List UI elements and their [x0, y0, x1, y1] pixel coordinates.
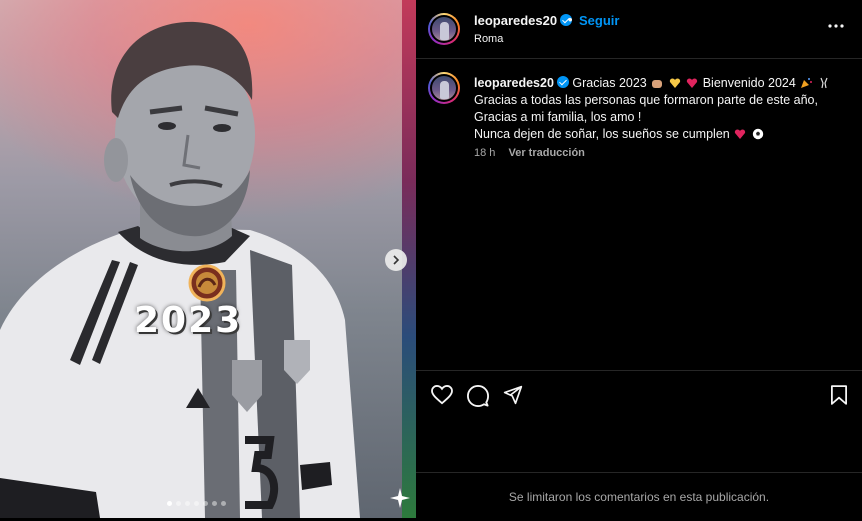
carousel-dot: [203, 501, 208, 506]
header-separator: •: [568, 12, 573, 27]
sparkle-icon: [390, 488, 410, 508]
caption-avatar[interactable]: [428, 72, 460, 104]
carousel-next-button[interactable]: [385, 249, 407, 271]
party-popper-icon: [801, 78, 813, 88]
chevron-right-icon: [393, 255, 400, 265]
champagne-icon: [820, 77, 828, 89]
carousel-dots: [167, 501, 226, 506]
caption-username[interactable]: leoparedes20: [474, 76, 554, 90]
carousel-dot: [221, 501, 226, 506]
post-header: leoparedes20 • Seguir Roma: [416, 0, 862, 59]
fist-emoji-icon: [652, 80, 663, 88]
post-panel: leoparedes20 • Seguir Roma leoparedes20 …: [416, 0, 862, 518]
caption-line-4: Nunca dejen de soñar, los sueños se cump…: [474, 127, 730, 141]
caption-meta: 18 h Ver traducción: [474, 147, 585, 159]
action-bar: [416, 370, 862, 419]
post-location[interactable]: Roma: [474, 33, 503, 45]
carousel-dot: [167, 501, 172, 506]
player-photo: [0, 21, 360, 518]
verified-icon: [556, 76, 569, 88]
bookmark-icon[interactable]: [831, 385, 847, 405]
carousel-dot: [194, 501, 199, 506]
comments-limited-notice: Se limitaron los comentarios en esta pub…: [416, 472, 862, 519]
caption-line-1: Gracias 2023: [572, 76, 647, 90]
share-icon[interactable]: [503, 385, 523, 405]
post-media[interactable]: 2023: [0, 0, 416, 518]
author-username[interactable]: leoparedes20: [474, 13, 573, 28]
year-badge: 2023: [134, 300, 243, 341]
author-avatar[interactable]: [428, 13, 460, 45]
caption-text: leoparedes20 Gracias 2023 Bienvenido 202…: [474, 75, 854, 143]
caption-line-3: Gracias a mi familia, los amo !: [474, 110, 642, 124]
follow-button[interactable]: Seguir: [579, 13, 619, 28]
heart-icon[interactable]: [431, 385, 453, 405]
yellow-heart-icon: [669, 78, 680, 88]
post-time[interactable]: 18 h: [474, 147, 495, 159]
red-heart-icon: [687, 78, 698, 88]
caption-line-2: Gracias a todas las personas que formaro…: [474, 93, 818, 107]
caption-line-1b: Bienvenido 2024: [702, 76, 796, 90]
carousel-dot: [176, 501, 181, 506]
soccer-ball-icon: [752, 128, 763, 140]
comment-icon[interactable]: [467, 385, 489, 407]
more-options-icon[interactable]: [828, 24, 844, 28]
carousel-dot: [212, 501, 217, 506]
carousel-dot: [185, 501, 190, 506]
red-heart-icon: [735, 129, 746, 139]
translate-link[interactable]: Ver traducción: [508, 147, 584, 159]
